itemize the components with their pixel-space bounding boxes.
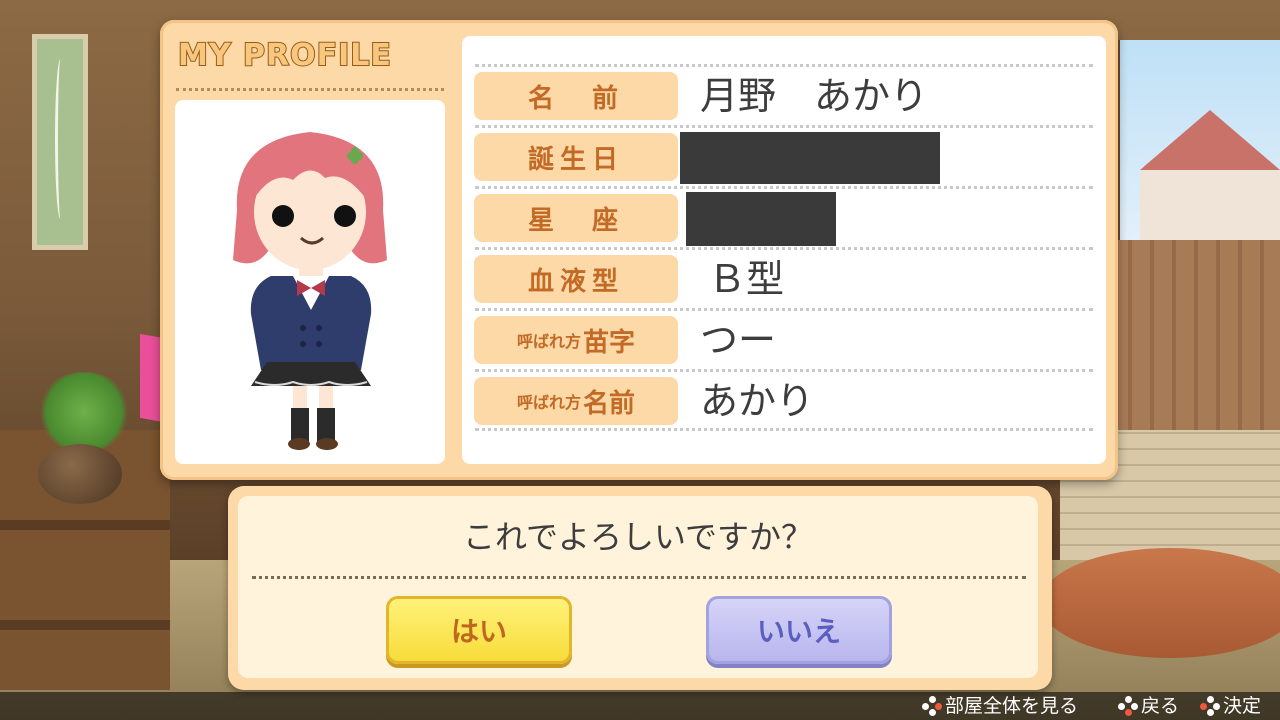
zodiac-redacted — [686, 192, 836, 246]
avatar-panel — [175, 100, 445, 464]
back-hint[interactable]: 戻る — [1118, 694, 1179, 718]
character-avatar — [233, 132, 387, 450]
decide-hint[interactable]: 決定 — [1200, 694, 1261, 718]
plant-pot — [38, 444, 122, 504]
button-hint-bar — [0, 692, 1280, 720]
potted-plant — [36, 372, 132, 452]
blood-type-label: 血液型 — [474, 255, 678, 303]
hanging-scroll — [32, 34, 88, 250]
nickname-surname-label: 呼ばれ方 苗字 — [474, 316, 678, 364]
zodiac-label: 星 座 — [474, 194, 678, 242]
confirm-divider — [252, 576, 1026, 579]
row-divider — [475, 125, 1093, 128]
nickname-given-value: あかり — [700, 379, 815, 423]
name-label: 名 前 — [474, 72, 678, 120]
nickname-given-label: 呼ばれ方 名前 — [474, 377, 678, 425]
confirm-question: これでよろしいですか？ — [462, 518, 814, 556]
row-divider — [475, 247, 1093, 250]
blood-type-value: Ｂ型 — [708, 257, 785, 301]
nickname-surname-word: 苗字 — [583, 327, 636, 358]
row-divider — [475, 308, 1093, 311]
dpad-down-icon — [1118, 696, 1138, 716]
birthday-label: 誕生日 — [474, 133, 678, 181]
row-divider — [475, 369, 1093, 372]
decide-label: 決定 — [1223, 695, 1262, 717]
nickname-given-word: 名前 — [583, 388, 636, 419]
row-divider — [475, 186, 1093, 189]
view-room-hint[interactable]: 部屋全体を見る — [922, 694, 1078, 718]
profile-title: MY PROFILE — [177, 37, 392, 74]
no-button[interactable]: いいえ — [706, 596, 892, 664]
nickname-prefix: 呼ばれ方 — [516, 393, 581, 412]
title-divider — [176, 88, 444, 91]
dpad-left-icon — [1200, 696, 1220, 716]
dpad-right-icon — [922, 696, 942, 716]
view-room-label: 部屋全体を見る — [945, 695, 1079, 717]
nickname-surname-value: つー — [700, 318, 777, 362]
row-divider — [475, 64, 1093, 67]
birthday-redacted — [680, 132, 940, 184]
yes-button[interactable]: はい — [386, 596, 572, 664]
nickname-prefix: 呼ばれ方 — [516, 332, 581, 351]
back-label: 戻る — [1141, 695, 1180, 717]
name-value: 月野 あかり — [700, 74, 929, 118]
room-balcony — [1110, 240, 1280, 430]
